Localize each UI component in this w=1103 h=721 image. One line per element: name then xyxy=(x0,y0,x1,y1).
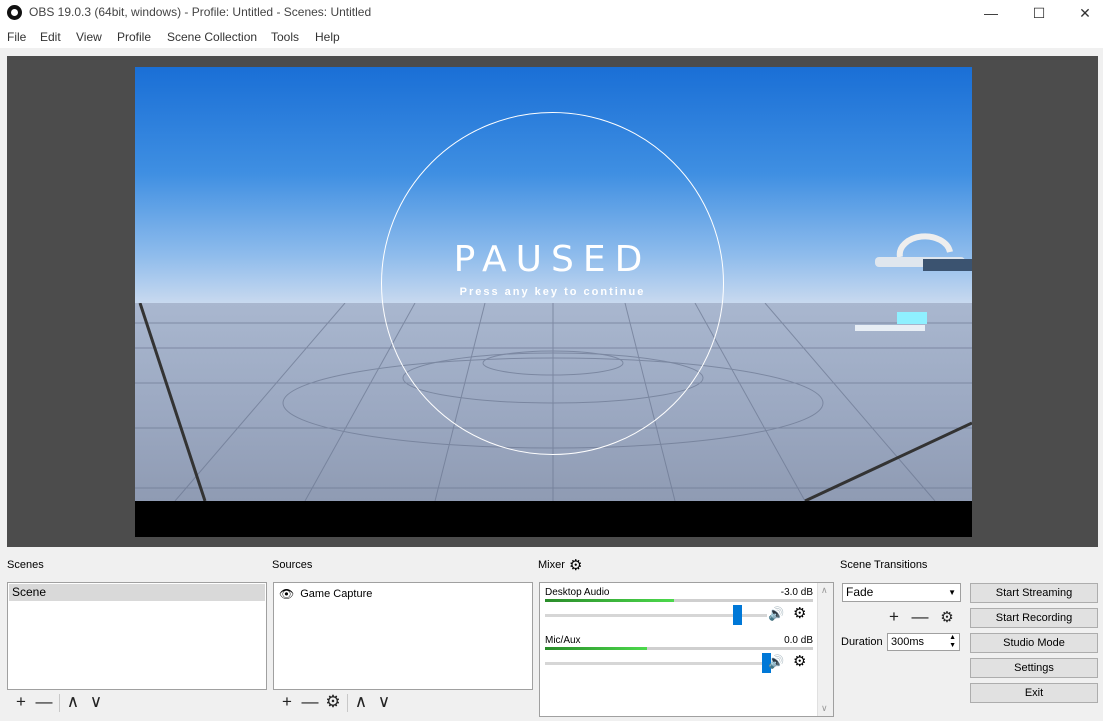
mixer-gear-icon[interactable]: ⚙ xyxy=(569,556,582,574)
transition-select-value: Fade xyxy=(846,585,874,599)
duration-spinbox[interactable]: 300ms ▲ ▼ xyxy=(887,633,960,651)
settings-button[interactable]: Settings xyxy=(970,658,1098,678)
scenes-label: Scenes xyxy=(7,559,44,571)
desktop-audio-meter xyxy=(545,599,813,602)
desktop-audio-meter-fill xyxy=(545,599,674,602)
desktop-audio-volume-handle[interactable] xyxy=(733,605,743,625)
menu-file[interactable]: File xyxy=(7,30,26,44)
mic-aux-meter xyxy=(545,647,813,650)
desktop-audio-label: Desktop Audio xyxy=(545,587,610,598)
scroll-down-icon[interactable]: ∨ xyxy=(821,703,828,714)
mixer-panel: Desktop Audio -3.0 dB 🔊 ⚙ Mic/Aux 0.0 dB… xyxy=(539,582,834,717)
menu-help[interactable]: Help xyxy=(315,30,340,44)
scenes-list[interactable]: Scene xyxy=(7,582,267,690)
source-item-label: Game Capture xyxy=(300,588,373,600)
transition-properties-gear-icon[interactable]: ⚙ xyxy=(937,607,957,627)
game-props xyxy=(855,233,972,331)
exit-button[interactable]: Exit xyxy=(970,683,1098,703)
desktop-audio-gear-icon[interactable]: ⚙ xyxy=(793,604,806,622)
duration-value: 300ms xyxy=(891,636,925,648)
toolbar-separator xyxy=(347,694,348,712)
sources-list[interactable]: 👁 Game Capture xyxy=(273,582,533,690)
toolbar-separator xyxy=(59,694,60,712)
mic-aux-speaker-icon[interactable]: 🔊 xyxy=(768,654,784,670)
add-source-button[interactable]: + xyxy=(277,692,297,712)
mixer-scrollbar[interactable]: ∧ ∨ xyxy=(817,583,833,716)
close-button[interactable]: ✕ xyxy=(1062,0,1103,26)
window-title: OBS 19.0.3 (64bit, windows) - Profile: U… xyxy=(29,5,372,19)
source-properties-gear-icon[interactable]: ⚙ xyxy=(323,692,343,712)
maximize-button[interactable]: ☐ xyxy=(1016,0,1062,26)
paused-subtitle: Press any key to continue xyxy=(459,286,646,298)
add-scene-button[interactable]: + xyxy=(11,692,31,712)
studio-mode-button[interactable]: Studio Mode xyxy=(970,633,1098,653)
remove-transition-button[interactable]: — xyxy=(910,607,930,627)
transition-select[interactable]: Fade ▼ xyxy=(842,583,961,602)
spin-arrows-icon[interactable]: ▲ ▼ xyxy=(949,634,956,650)
move-scene-up-button[interactable]: ∧ xyxy=(63,692,83,712)
remove-scene-button[interactable]: — xyxy=(34,692,54,712)
source-item[interactable]: 👁 Game Capture xyxy=(279,585,372,603)
obs-logo-icon xyxy=(7,5,22,20)
mic-aux-gear-icon[interactable]: ⚙ xyxy=(793,652,806,670)
mic-aux-label: Mic/Aux xyxy=(545,635,581,646)
scene-transitions-label: Scene Transitions xyxy=(840,559,928,571)
start-recording-button[interactable]: Start Recording xyxy=(970,608,1098,628)
visibility-eye-icon[interactable]: 👁 xyxy=(279,587,294,601)
minimize-button[interactable]: — xyxy=(968,0,1014,26)
menu-edit[interactable]: Edit xyxy=(40,30,61,44)
menu-view[interactable]: View xyxy=(76,30,102,44)
mic-aux-meter-fill xyxy=(545,647,647,650)
desktop-audio-db: -3.0 dB xyxy=(780,587,813,598)
mic-aux-db: 0.0 dB xyxy=(784,635,813,646)
preview-canvas[interactable]: PAUSED Press any key to continue xyxy=(135,67,972,537)
remove-source-button[interactable]: — xyxy=(300,692,320,712)
move-scene-down-button[interactable]: ∨ xyxy=(86,692,106,712)
start-streaming-button[interactable]: Start Streaming xyxy=(970,583,1098,603)
desktop-audio-speaker-icon[interactable]: 🔊 xyxy=(768,606,784,622)
letterbox xyxy=(135,501,972,537)
scene-item[interactable]: Scene xyxy=(9,584,265,601)
sources-label: Sources xyxy=(272,559,313,571)
title-bar: OBS 19.0.3 (64bit, windows) - Profile: U… xyxy=(0,0,1103,26)
menu-profile[interactable]: Profile xyxy=(117,30,151,44)
menu-scene-collection[interactable]: Scene Collection xyxy=(167,30,257,44)
scroll-up-icon[interactable]: ∧ xyxy=(821,585,828,596)
pause-circle xyxy=(381,112,724,455)
mic-aux-volume-slider[interactable] xyxy=(545,662,767,665)
add-transition-button[interactable]: + xyxy=(884,607,904,627)
duration-label: Duration xyxy=(841,636,883,648)
mixer-label: Mixer xyxy=(538,559,565,571)
menu-tools[interactable]: Tools xyxy=(271,30,299,44)
move-source-down-button[interactable]: ∨ xyxy=(374,692,394,712)
paused-title: PAUSED xyxy=(453,239,652,280)
menu-bar: File Edit View Profile Scene Collection … xyxy=(0,26,1103,48)
preview-area[interactable]: PAUSED Press any key to continue xyxy=(7,56,1098,547)
chevron-down-icon: ▼ xyxy=(948,588,956,597)
move-source-up-button[interactable]: ∧ xyxy=(351,692,371,712)
